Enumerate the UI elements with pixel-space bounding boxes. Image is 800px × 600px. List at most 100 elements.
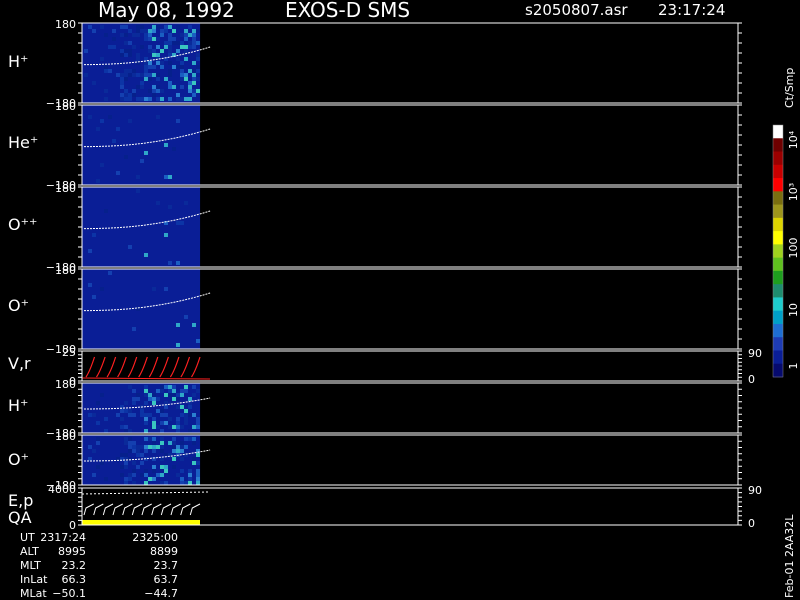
heatmap-cell (164, 413, 168, 417)
heatmap-cell (84, 49, 88, 53)
heatmap-cell (152, 29, 156, 33)
footer-row-value-1: 66.3 (62, 573, 87, 586)
colorbar-swatch (773, 204, 783, 219)
heatmap-cell (132, 401, 136, 405)
heatmap-cell (116, 127, 120, 131)
heatmap-cell (180, 45, 184, 49)
heatmap-cell (192, 61, 196, 65)
heatmap-cell (176, 65, 180, 69)
heatmap-cell (100, 393, 104, 397)
heatmap-cell (124, 477, 128, 481)
panel-frame (81, 350, 739, 382)
heatmap-cell (156, 61, 160, 65)
heatmap-cell (188, 477, 192, 481)
heatmap-cell (144, 417, 148, 421)
heatmap-cell (176, 119, 180, 123)
heatmap-cell (176, 449, 180, 453)
heatmap-cell (188, 85, 192, 89)
heatmap-cell (148, 61, 152, 65)
heatmap-cell (88, 283, 92, 287)
heatmap-cell (144, 29, 148, 33)
heatmap-cell (140, 85, 144, 89)
heatmap-cell (160, 441, 164, 445)
heatmap-cell (108, 115, 112, 119)
colorbar: 10⁴ 10³ 100 10 1 (772, 124, 800, 378)
heatmap-cell (120, 93, 124, 97)
heatmap-cell (100, 163, 104, 167)
right-tick-top: 90 (748, 484, 762, 497)
heatmap-cell (144, 437, 148, 441)
heatmap-cell (152, 449, 156, 453)
heatmap-cell (184, 445, 188, 449)
heatmap-cell (152, 425, 156, 429)
heatmap-cell (148, 37, 152, 41)
heatmap-cell (180, 65, 184, 69)
heatmap-cell (116, 73, 120, 77)
heatmap-cell (156, 37, 160, 41)
heatmap-field (82, 269, 201, 349)
heatmap-cell (196, 461, 200, 465)
heatmap-cell (128, 457, 132, 461)
right-tick-bottom: 0 (748, 517, 755, 530)
colorbar-tick-label: 1 (787, 363, 800, 370)
footer-table: UT 2317:24 2325:00 ALT 8995 8899 MLT 23.2 23.7 In… (20, 531, 178, 600)
heatmap-cell (152, 37, 156, 41)
heatmap-cell (132, 481, 136, 485)
heatmap-cell (192, 93, 196, 97)
heatmap-cell (88, 413, 92, 417)
heatmap-cell (144, 97, 148, 101)
heatmap-cell (88, 25, 92, 29)
heatmap-cell (172, 37, 176, 41)
heatmap-field (82, 105, 201, 185)
heatmap-cell (156, 77, 160, 81)
panel-ylabel: H⁺ (8, 52, 28, 71)
heatmap-cell (148, 77, 152, 81)
heatmap-cell (128, 97, 132, 101)
heatmap-cell (196, 41, 200, 45)
heatmap-cell (184, 437, 188, 441)
heatmap-cell (156, 25, 160, 29)
heatmap-cell (108, 69, 112, 73)
heatmap-cell (124, 425, 128, 429)
heatmap-cell (100, 287, 104, 291)
heatmap-cell (148, 437, 152, 441)
heatmap-cell (160, 409, 164, 413)
heatmap-cell (172, 147, 176, 151)
heatmap-cell (124, 155, 128, 159)
heatmap-cell (164, 175, 168, 179)
heatmap-cell (184, 413, 188, 417)
heatmap-cell (188, 405, 192, 409)
heatmap-cell (140, 461, 144, 465)
panel-7: E,pQA40000900 (8, 483, 762, 532)
heatmap-cell (124, 33, 128, 37)
heatmap-cell (168, 425, 172, 429)
colorbar-swatch (773, 164, 783, 179)
footer-row-label: MLat (20, 587, 47, 600)
panels: H⁺180−180He⁺180−180O⁺⁺180−180O⁺180−180V,… (8, 18, 762, 532)
heatmap-cell (180, 445, 184, 449)
heatmap-cell (152, 73, 156, 77)
ytick-top: 180 (55, 182, 76, 195)
heatmap-cell (124, 41, 128, 45)
heatmap-cell (188, 413, 192, 417)
heatmap-cell (188, 25, 192, 29)
heatmap-cell (180, 393, 184, 397)
heatmap-cell (156, 115, 160, 119)
heatmap-cell (104, 33, 108, 37)
heatmap-cell (192, 457, 196, 461)
heatmap-cell (196, 417, 200, 421)
heatmap-cell (92, 413, 96, 417)
heatmap-cell (140, 453, 144, 457)
heatmap-cell (156, 473, 160, 477)
ytick-top: 180 (55, 100, 76, 113)
colorbar-swatch (773, 125, 783, 139)
heatmap-cell (160, 89, 164, 93)
heatmap-cell (140, 45, 144, 49)
colorbar-swatch (773, 284, 783, 298)
heatmap-cell (120, 49, 124, 53)
heatmap-cell (172, 41, 176, 45)
heatmap-cell (152, 421, 156, 425)
heatmap-cell (176, 261, 180, 265)
heatmap-cell (120, 53, 124, 57)
heatmap-cell (184, 33, 188, 37)
